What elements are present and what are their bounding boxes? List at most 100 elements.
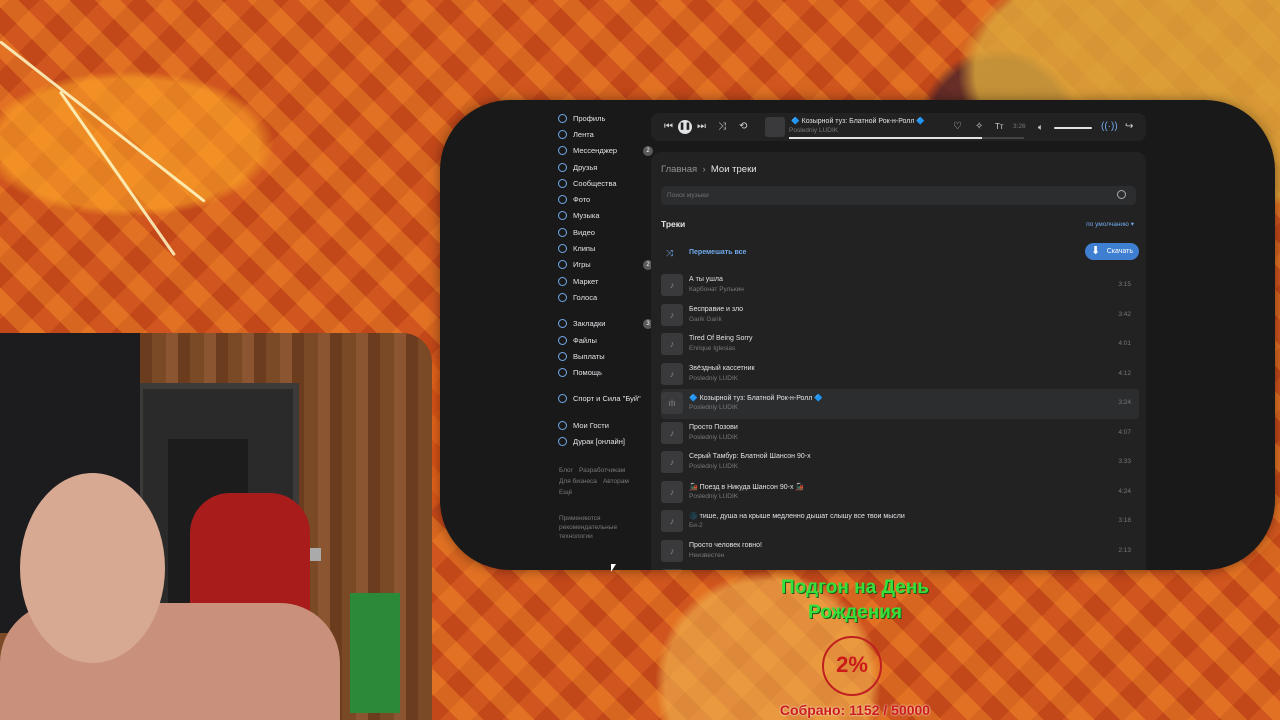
track-row[interactable]: ♪ Просто Позови Posledniy LUDIK 4:07 — [661, 419, 1139, 449]
share-icon[interactable]: ↪ — [1125, 120, 1133, 134]
track-artist[interactable]: Posledniy LUDIK — [689, 375, 738, 382]
sidebar-item-label: Маркет — [573, 276, 599, 286]
nav-icon — [558, 211, 567, 221]
sidebar-item-label: Выплаты — [573, 351, 605, 361]
sidebar-item-label: Мои Гости — [573, 420, 609, 430]
sidebar-item-label: Лента — [573, 129, 594, 139]
track-duration: 4:24 — [1118, 487, 1131, 495]
music-note-icon[interactable]: ♪ — [661, 362, 683, 385]
track-artist[interactable]: Garik Garik — [689, 316, 722, 323]
music-note-icon[interactable]: ♪ — [661, 333, 683, 355]
track-title[interactable]: Tired Of Being Sorry — [689, 335, 753, 342]
track-duration: 3:15 — [1118, 281, 1131, 288]
playback-progress-bar[interactable] — [789, 137, 1024, 139]
track-artist[interactable]: Неизвестен — [689, 552, 724, 559]
sidebar-item[interactable]: Клипы — [558, 240, 653, 256]
track-title[interactable]: 🔷 Козырной туз: Блатной Рок-н-Ролл 🔷 — [689, 394, 823, 402]
dislike-icon[interactable]: ♡ — [953, 120, 962, 134]
sort-dropdown[interactable]: по умолчанию ▾ — [1086, 220, 1134, 228]
track-title[interactable]: 🌑 тише, душа на крыше медленно дышат слы… — [689, 512, 905, 520]
playing-indicator-icon[interactable]: ılı — [661, 392, 683, 414]
green-chair — [350, 593, 400, 713]
track-title[interactable]: Просто Позови — [689, 424, 738, 431]
track-title[interactable]: Бесправие и зло — [689, 306, 743, 313]
music-note-icon[interactable]: ♪ — [661, 421, 683, 444]
music-note-icon[interactable]: ♪ — [661, 303, 683, 326]
track-artist[interactable]: Posledniy LUDIK — [689, 463, 738, 470]
track-title[interactable]: А ты ушла — [689, 276, 723, 283]
track-title[interactable]: Серый Тамбур: Блатной Шансон 90-х — [689, 453, 811, 460]
track-artist[interactable]: Posledniy LUDIK — [689, 404, 738, 411]
music-note-icon[interactable]: ♪ — [661, 480, 683, 503]
sidebar-item[interactable]: Лента — [558, 126, 653, 142]
app-icon — [558, 436, 567, 446]
footer-link[interactable]: Авторам — [603, 478, 629, 485]
sidebar-item[interactable]: Закладки 3 — [558, 316, 653, 332]
sidebar-item[interactable]: Музыка — [558, 208, 653, 224]
sidebar-item[interactable]: Мессенджер 2 — [558, 143, 653, 159]
track-artist[interactable]: Карбонат Рулькин — [689, 286, 744, 293]
music-note-icon[interactable]: ♪ — [661, 569, 683, 570]
track-row[interactable]: ♪ Tired Of Being Sorry Enrique Iglesias 4:0… — [661, 330, 1139, 360]
nav-icon — [558, 227, 567, 237]
sidebar-item-group[interactable]: Спорт и Сила "Буй" — [558, 391, 653, 407]
now-playing-artist[interactable]: Posledniy LUDIK — [789, 127, 838, 134]
recommendations-icon[interactable]: ✧ — [975, 120, 983, 134]
sidebar-item-app[interactable]: Мои Гости — [558, 417, 653, 433]
sidebar-item[interactable]: Видео — [558, 224, 653, 240]
download-icon: ⬇ — [1091, 245, 1101, 257]
download-button[interactable]: ⬇ Скачать — [1085, 243, 1139, 260]
sidebar-item-app[interactable]: Дурак [онлайн] — [558, 433, 653, 449]
pause-button[interactable]: ❚❚ — [678, 120, 692, 134]
music-note-icon[interactable]: ♪ — [661, 539, 683, 562]
volume-icon[interactable]: 🔈︎ — [1038, 120, 1043, 134]
shuffle-icon[interactable]: ⤨ — [718, 120, 726, 134]
track-title[interactable]: Звёздный кассетник — [689, 365, 755, 372]
sidebar-item[interactable]: Игры 2 — [558, 257, 653, 273]
track-row[interactable]: ♪ А ты ушла Карбонат Рулькин 3:15 — [661, 271, 1139, 301]
track-row[interactable]: ılı 🔷 Козырной туз: Блатной Рок-н-Ролл 🔷 P… — [661, 389, 1139, 419]
track-row[interactable]: ♪ Просто человек говно! Неизвестен 2:13 — [661, 537, 1139, 567]
lyrics-icon[interactable]: Tт — [995, 120, 1004, 134]
previous-track-icon[interactable]: ⏮ — [664, 120, 673, 134]
now-playing-title[interactable]: 🔷 Козырной туз: Блатной Рок-н-Ролл 🔷 — [791, 117, 925, 125]
track-row[interactable]: ♪ Звёздный кассетник Posledniy LUDIK 4:12 — [661, 360, 1139, 390]
sidebar-item[interactable]: Сообщества — [558, 175, 653, 191]
broadcast-icon[interactable]: ((·)) — [1101, 120, 1118, 134]
track-artist[interactable]: Posledniy LUDIK — [689, 434, 738, 441]
track-row[interactable]: ♪ Серый Тамбур: Блатной Шансон 90-х Posled… — [661, 448, 1139, 478]
sidebar-item[interactable]: Помощь — [558, 364, 653, 380]
sidebar-item[interactable]: Файлы — [558, 332, 653, 348]
footer-link[interactable]: Разработчикам — [579, 467, 625, 474]
music-note-icon[interactable]: ♪ — [661, 274, 683, 296]
search-input[interactable] — [667, 188, 1097, 203]
shuffle-all-button[interactable]: Перемешать все — [689, 249, 746, 256]
sidebar-item[interactable]: Голоса — [558, 289, 653, 305]
track-title[interactable]: Просто человек говно! — [689, 542, 762, 549]
sidebar-item[interactable]: Фото — [558, 191, 653, 207]
track-row[interactable]: ♪ 🌑 тише, душа на крыше медленно дышат сл… — [661, 507, 1139, 537]
footer-link[interactable]: Ещё — [559, 489, 572, 496]
sidebar-item[interactable]: Профиль — [558, 110, 653, 126]
track-row[interactable]: ♪Я не буду ждать тебя [Я не стану ждать … — [661, 566, 1139, 570]
track-artist[interactable]: Enrique Iglesias — [689, 345, 735, 352]
volume-slider[interactable] — [1054, 127, 1092, 129]
music-note-icon[interactable]: ♪ — [661, 510, 683, 532]
track-artist[interactable]: Би-2 — [689, 522, 703, 529]
track-title[interactable]: 🚂 Поезд в Никуда Шансон 90-х 🚂 — [689, 483, 804, 491]
track-artist[interactable]: Posledniy LUDIK — [689, 493, 738, 500]
sidebar-item[interactable]: Выплаты — [558, 348, 653, 364]
nav-icon — [558, 146, 567, 156]
shuffle-all-icon[interactable]: ⤨ — [666, 248, 673, 259]
track-row[interactable]: ♪ Бесправие и зло Garik Garik 3:42 — [661, 301, 1139, 331]
breadcrumb-home[interactable]: Главная — [661, 164, 697, 175]
footer-link[interactable]: Для бизнеса — [559, 478, 597, 485]
search-icon[interactable] — [1117, 190, 1126, 199]
next-track-icon[interactable]: ⏭ — [697, 120, 706, 134]
sidebar-item[interactable]: Маркет — [558, 273, 653, 289]
music-note-icon[interactable]: ♪ — [661, 451, 683, 473]
track-row[interactable]: ♪ 🚂 Поезд в Никуда Шансон 90-х 🚂 Posledniy… — [661, 478, 1139, 508]
repeat-icon[interactable]: ⟲ — [739, 120, 747, 134]
sidebar-item[interactable]: Друзья — [558, 159, 653, 175]
footer-link[interactable]: Блог — [559, 467, 573, 474]
